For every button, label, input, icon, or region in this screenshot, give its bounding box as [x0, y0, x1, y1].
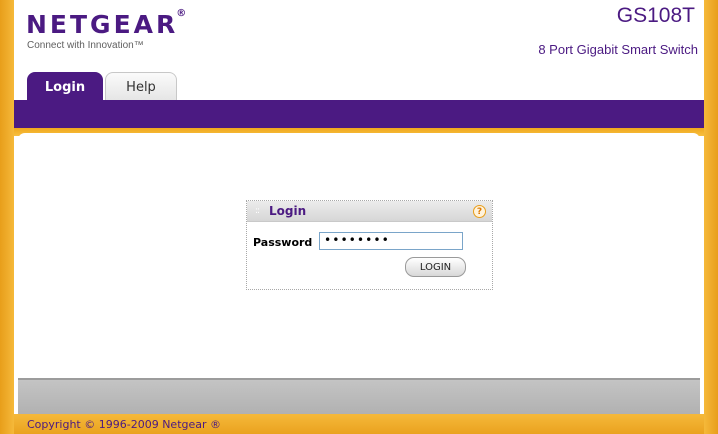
- drag-handle-icon: ::: [255, 206, 260, 216]
- password-label: Password: [253, 236, 313, 249]
- copyright-text: Copyright © 1996-2009 Netgear ®: [27, 418, 222, 431]
- left-frame: [0, 0, 14, 434]
- logo-tagline: Connect with Innovation™: [27, 40, 144, 51]
- nav-bar: [14, 100, 704, 128]
- netgear-logo: NETGEAR®: [26, 8, 191, 39]
- password-input[interactable]: ••••••••: [319, 232, 463, 250]
- help-icon[interactable]: ?: [473, 205, 486, 218]
- tab-help-label: Help: [126, 80, 156, 95]
- login-panel-title: Login: [269, 204, 307, 218]
- logo-text: NETGEAR: [26, 10, 179, 39]
- device-subtitle: 8 Port Gigabit Smart Switch: [538, 42, 698, 57]
- footer-gray-bar: [18, 378, 700, 414]
- login-panel: :: Login ? Password •••••••• LOGIN: [246, 200, 493, 290]
- login-button[interactable]: LOGIN: [405, 257, 466, 277]
- tab-login-label: Login: [44, 79, 86, 95]
- right-frame: [704, 0, 718, 434]
- login-panel-header: :: Login ?: [247, 201, 492, 222]
- tab-help[interactable]: Help: [105, 72, 177, 102]
- model-name: GS108T: [616, 4, 695, 27]
- logo-registered-mark: ®: [176, 8, 190, 19]
- tab-login[interactable]: Login: [27, 72, 103, 102]
